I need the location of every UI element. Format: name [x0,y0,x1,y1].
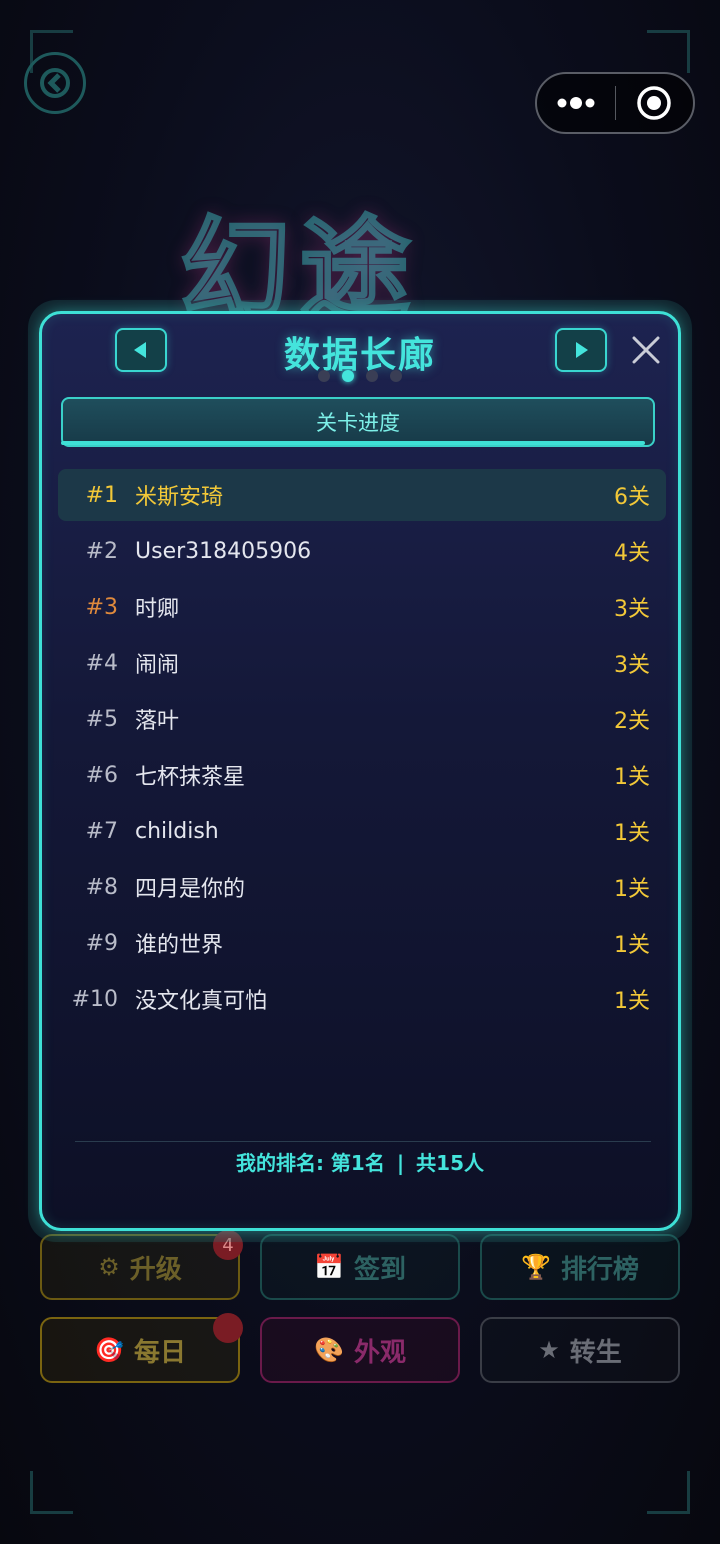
data-gallery-panel: 数据长廊 关卡进度 #1 米斯安琦 6关 #2 User318405906 4关… [39,311,681,1231]
player-name: 七杯抹茶星 [135,765,246,790]
total-players-text: 共15人 [416,1151,485,1175]
page-dot-active[interactable] [342,370,354,382]
leaderboard-row: #4 闹闹 3关 [58,637,666,689]
trophy-icon: 🏆 [521,1253,551,1281]
level-count: 2关 [614,709,650,734]
back-button[interactable] [24,52,86,114]
appearance-label: 外观 [353,1337,406,1368]
leaderboard-row: #6 七杯抹茶星 1关 [58,749,666,801]
tab-active-underline [61,441,645,445]
leaderboard-row: #1 米斯安琦 6关 [58,469,666,521]
target-icon: 🎯 [94,1336,124,1364]
leaderboard-row: #2 User318405906 4关 [58,525,666,577]
leaderboard-row: #5 落叶 2关 [58,693,666,745]
page-dot[interactable] [390,370,402,382]
palette-icon: 🎨 [314,1336,344,1364]
next-page-button[interactable] [555,328,607,372]
calendar-icon: 📅 [314,1253,344,1281]
leaderboard-button[interactable]: 🏆 排行榜 [480,1234,680,1300]
page-dot[interactable] [366,370,378,382]
triangle-right-icon [576,342,588,358]
level-count: 1关 [614,877,650,902]
appearance-button[interactable]: 🎨 外观 [260,1317,460,1383]
level-count: 3关 [614,597,650,622]
more-button[interactable] [537,74,615,132]
rank-number: #2 [85,538,118,564]
frame-corner-bottom-right [647,1471,690,1514]
gear-icon: ⚙ [98,1253,120,1281]
rank-number: #4 [85,650,118,676]
page-indicator [318,370,402,382]
level-count: 4关 [614,541,650,566]
player-name: childish [135,818,219,844]
daily-notification-dot [213,1313,243,1343]
rank-number: #10 [71,986,118,1012]
frame-corner-top-right [647,30,690,73]
upgrade-label: 升级 [129,1254,182,1285]
rebirth-label: 转生 [569,1337,622,1368]
leaderboard-row: #7 childish 1关 [58,805,666,857]
rank-number: #8 [85,874,118,900]
leaderboard-row: #10 没文化真可怕 1关 [58,973,666,1025]
close-icon [632,336,660,364]
summary-separator: | [396,1151,405,1175]
target-circle-icon [637,86,671,120]
rank-number: #9 [85,930,118,956]
player-name: 四月是你的 [135,877,246,902]
my-rank-summary: 我的排名: 第1名 | 共15人 [42,1147,678,1176]
player-name: 没文化真可怕 [135,989,268,1014]
level-count: 6关 [614,485,650,510]
leaderboard-list: #1 米斯安琦 6关 #2 User318405906 4关 #3 时卿 3关 … [58,469,666,1029]
level-count: 3关 [614,653,650,678]
leaderboard-row: #3 时卿 3关 [58,581,666,633]
sign-in-label: 签到 [353,1254,406,1285]
player-name: 时卿 [135,597,180,622]
page-dot[interactable] [318,370,330,382]
daily-button[interactable]: 🎯 每日 [40,1317,240,1383]
more-icon [557,97,595,109]
sign-in-button[interactable]: 📅 签到 [260,1234,460,1300]
rank-number: #6 [85,762,118,788]
player-name: 闹闹 [135,653,180,678]
rank-number: #3 [85,594,118,620]
level-count: 1关 [614,765,650,790]
player-name: 落叶 [135,709,180,734]
rank-number: #5 [85,706,118,732]
exit-button[interactable] [616,74,694,132]
upgrade-button[interactable]: ⚙ 升级 [40,1234,240,1300]
daily-label: 每日 [133,1337,186,1368]
level-count: 1关 [614,933,650,958]
leaderboard-label: 排行榜 [560,1254,639,1285]
leaderboard-row: #8 四月是你的 1关 [58,861,666,913]
close-button[interactable] [628,332,664,368]
my-rank-text: 我的排名: 第1名 [235,1151,385,1175]
player-name: 谁的世界 [135,933,224,958]
mini-program-capsule [535,72,695,134]
tab-level-progress[interactable]: 关卡进度 [61,397,655,447]
leaderboard-row: #9 谁的世界 1关 [58,917,666,969]
level-count: 1关 [614,821,650,846]
back-icon [40,68,70,98]
player-name: User318405906 [135,538,312,564]
star-icon: ★ [538,1336,560,1364]
rank-number: #7 [85,818,118,844]
level-count: 1关 [614,989,650,1014]
game-logo: 幻途 [179,204,420,336]
rebirth-button[interactable]: ★ 转生 [480,1317,680,1383]
footer-divider [75,1141,651,1142]
frame-corner-bottom-left [30,1471,73,1514]
player-name: 米斯安琦 [135,485,224,510]
rank-number: #1 [85,482,118,508]
